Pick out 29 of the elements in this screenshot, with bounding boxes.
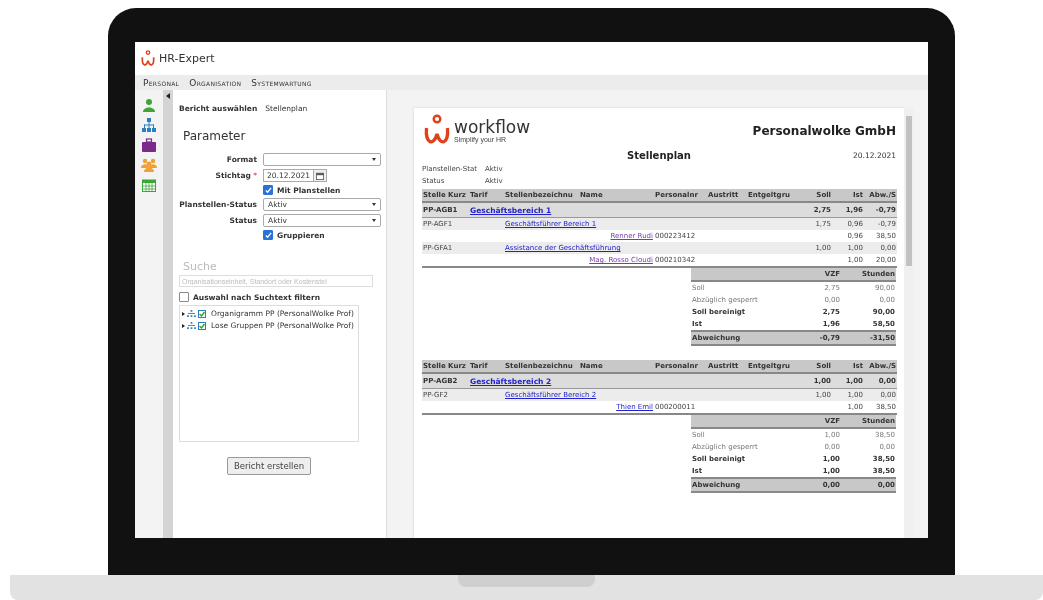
scrollbar-thumb[interactable]: [906, 116, 912, 266]
org-chart-icon: [187, 310, 196, 317]
menu-item[interactable]: Systemwartung: [251, 77, 312, 88]
select-field[interactable]: [263, 153, 381, 166]
calendar-icon[interactable]: [142, 178, 156, 192]
org-chart-icon: [187, 322, 196, 329]
search-heading: Suche: [183, 260, 218, 273]
checkbox[interactable]: [263, 230, 273, 240]
org-chart-icon[interactable]: [142, 118, 156, 132]
create-report-button[interactable]: Bericht erstellen: [226, 457, 312, 475]
menu-item[interactable]: Personal: [143, 77, 180, 88]
checkbox-icon: [198, 309, 206, 318]
menu-item[interactable]: Organisation: [189, 77, 242, 88]
checkbox[interactable]: [263, 185, 273, 195]
checkbox-icon: [198, 321, 206, 330]
briefcase-icon[interactable]: [142, 138, 156, 152]
expand-arrow-icon[interactable]: [182, 311, 185, 316]
app-title: HR-Expert: [159, 52, 215, 65]
expand-arrow-icon[interactable]: [182, 323, 185, 328]
company-name: Personalwolke GmbH: [752, 124, 896, 138]
person-icon[interactable]: [142, 98, 156, 112]
parameter-heading: Parameter: [183, 129, 247, 143]
dropdown-arrow-icon: [372, 219, 376, 222]
dropdown-arrow-icon: [372, 158, 376, 161]
checkbox[interactable]: [179, 292, 189, 302]
figure-logo-icon: [140, 49, 156, 68]
logo-text: workflow: [454, 119, 531, 136]
dropdown-arrow-icon: [372, 203, 376, 206]
report-title: Stellenplan: [627, 150, 691, 161]
